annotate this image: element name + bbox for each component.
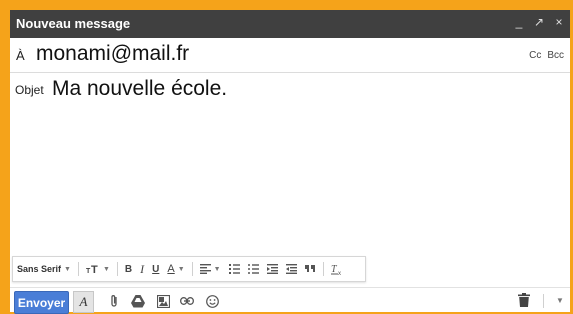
compose-window: Nouveau message _ ↗ × À monami@mail.fr C… <box>10 10 570 314</box>
send-button[interactable]: Envoyer <box>14 291 69 314</box>
bottom-toolbar: Envoyer A ▼ <box>10 287 570 314</box>
bcc-link[interactable]: Bcc <box>547 50 564 61</box>
bulleted-list-icon <box>247 264 259 274</box>
font-size-select[interactable]: TT ▼ <box>83 259 113 279</box>
chevron-down-icon: ▼ <box>177 265 185 273</box>
window-controls: _ ↗ × <box>514 15 564 29</box>
bold-button[interactable]: B <box>122 259 135 279</box>
numbered-list-icon <box>228 264 240 274</box>
increase-indent-button[interactable] <box>283 259 300 279</box>
svg-text:x: x <box>338 271 341 275</box>
drive-icon[interactable] <box>131 294 145 308</box>
align-button[interactable]: ▼ <box>197 259 224 279</box>
text-size-icon: TT <box>86 264 98 275</box>
subject-row: Objet Ma nouvelle école. <box>10 73 570 107</box>
trash-icon[interactable] <box>518 293 532 309</box>
photo-icon[interactable] <box>156 294 170 308</box>
chevron-down-icon: ▼ <box>213 265 221 273</box>
svg-text:T: T <box>331 264 338 275</box>
indent-more-icon <box>285 264 297 274</box>
divider <box>191 262 193 276</box>
to-field[interactable]: monami@mail.fr <box>36 42 189 66</box>
decrease-indent-button[interactable] <box>264 259 281 279</box>
more-options-icon[interactable]: ▼ <box>554 294 566 306</box>
to-label: À <box>16 48 25 63</box>
cc-link[interactable]: Cc <box>529 50 541 61</box>
align-left-icon <box>199 264 211 274</box>
formatting-options-button[interactable]: A <box>73 291 94 313</box>
divider <box>116 262 118 276</box>
subject-label: Objet <box>15 83 44 97</box>
svg-text:T: T <box>91 264 98 275</box>
window-title: Nouveau message <box>16 16 131 31</box>
font-family-label: Sans Serif <box>17 264 62 274</box>
chevron-down-icon: ▼ <box>102 265 110 273</box>
close-button[interactable]: × <box>554 15 564 29</box>
to-row: À monami@mail.fr Cc Bcc <box>10 38 570 73</box>
remove-formatting-button[interactable]: Tx <box>328 259 347 279</box>
emoji-icon[interactable] <box>205 294 219 308</box>
bulleted-list-button[interactable] <box>245 259 262 279</box>
text-color-icon: A <box>167 263 175 275</box>
chevron-down-icon: ▼ <box>64 265 71 273</box>
numbered-list-button[interactable] <box>226 259 243 279</box>
divider <box>77 262 79 276</box>
divider <box>543 294 544 308</box>
message-body[interactable] <box>10 107 570 257</box>
underline-button[interactable]: U <box>149 259 162 279</box>
attach-icon[interactable] <box>107 294 121 308</box>
minimize-button[interactable]: _ <box>514 15 524 29</box>
quote-button[interactable] <box>302 259 319 279</box>
clear-formatting-icon: Tx <box>330 264 341 275</box>
quote-icon <box>304 265 315 272</box>
indent-less-icon <box>266 264 278 274</box>
expand-button[interactable]: ↗ <box>534 15 544 29</box>
link-icon[interactable] <box>180 294 194 308</box>
subject-field[interactable]: Ma nouvelle école. <box>52 77 227 101</box>
formatting-toolbar: Sans Serif ▼ TT ▼ B I U A ▼ ▼ T x <box>12 256 366 282</box>
cc-bcc: Cc Bcc <box>529 50 564 61</box>
font-family-select[interactable]: Sans Serif ▼ <box>14 259 74 279</box>
italic-button[interactable]: I <box>137 259 147 279</box>
divider <box>322 262 324 276</box>
text-color-button[interactable]: A ▼ <box>164 259 187 279</box>
title-bar: Nouveau message _ ↗ × <box>10 10 570 38</box>
